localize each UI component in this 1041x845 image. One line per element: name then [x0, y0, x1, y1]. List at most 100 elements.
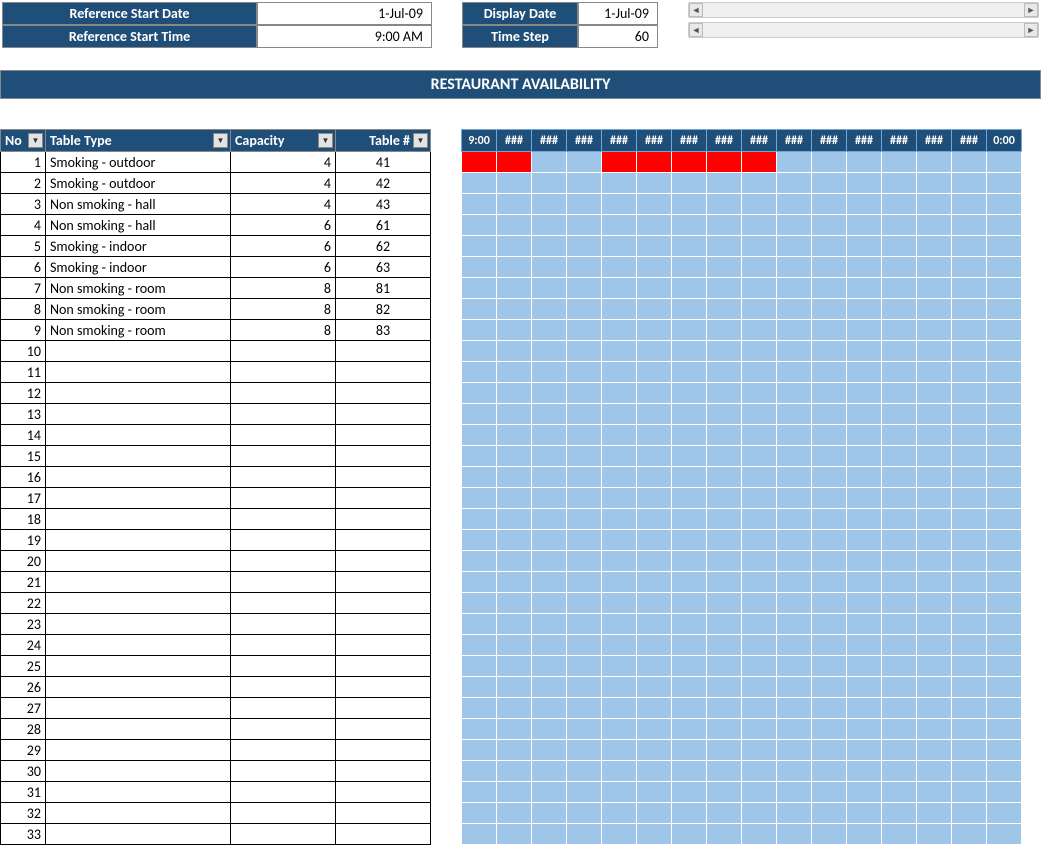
cell-capacity[interactable]	[231, 740, 336, 761]
grid-cell[interactable]	[462, 551, 497, 572]
grid-cell[interactable]	[567, 320, 602, 341]
grid-cell[interactable]	[917, 215, 952, 236]
grid-cell[interactable]	[567, 278, 602, 299]
grid-cell[interactable]	[637, 383, 672, 404]
cell-no[interactable]: 3	[1, 194, 46, 215]
grid-cell[interactable]	[952, 173, 987, 194]
grid-cell[interactable]	[952, 194, 987, 215]
grid-cell[interactable]	[742, 152, 777, 173]
grid-cell[interactable]	[987, 488, 1022, 509]
grid-cell[interactable]	[637, 635, 672, 656]
grid-cell[interactable]	[847, 635, 882, 656]
table-row[interactable]: 3Non smoking - hall443	[1, 194, 431, 215]
cell-capacity[interactable]	[231, 782, 336, 803]
cell-tablenum[interactable]: 83	[336, 320, 431, 341]
cell-type[interactable]	[46, 425, 231, 446]
grid-cell[interactable]	[847, 467, 882, 488]
cell-no[interactable]: 1	[1, 152, 46, 173]
cell-capacity[interactable]: 6	[231, 236, 336, 257]
grid-cell[interactable]	[847, 530, 882, 551]
grid-cell[interactable]	[532, 215, 567, 236]
grid-cell[interactable]	[847, 572, 882, 593]
grid-cell[interactable]	[812, 677, 847, 698]
grid-cell[interactable]	[777, 572, 812, 593]
grid-cell[interactable]	[882, 257, 917, 278]
cell-no[interactable]: 27	[1, 698, 46, 719]
cell-tablenum[interactable]: 42	[336, 173, 431, 194]
grid-cell[interactable]	[987, 425, 1022, 446]
grid-cell[interactable]	[672, 341, 707, 362]
grid-cell[interactable]	[602, 236, 637, 257]
grid-cell[interactable]	[987, 341, 1022, 362]
grid-cell[interactable]	[672, 635, 707, 656]
grid-cell[interactable]	[847, 593, 882, 614]
cell-no[interactable]: 32	[1, 803, 46, 824]
grid-cell[interactable]	[532, 656, 567, 677]
grid-cell[interactable]	[672, 278, 707, 299]
grid-cell[interactable]	[462, 740, 497, 761]
grid-cell[interactable]	[952, 593, 987, 614]
grid-cell[interactable]	[462, 656, 497, 677]
grid-cell[interactable]	[672, 614, 707, 635]
grid-cell[interactable]	[882, 215, 917, 236]
grid-cell[interactable]	[987, 509, 1022, 530]
cell-tablenum[interactable]	[336, 530, 431, 551]
grid-cell[interactable]	[602, 467, 637, 488]
table-row[interactable]: 12	[1, 383, 431, 404]
grid-cell[interactable]	[882, 236, 917, 257]
cell-tablenum[interactable]	[336, 425, 431, 446]
grid-cell[interactable]	[952, 425, 987, 446]
cell-capacity[interactable]: 8	[231, 320, 336, 341]
grid-cell[interactable]	[952, 488, 987, 509]
grid-cell[interactable]	[917, 404, 952, 425]
grid-cell[interactable]	[567, 215, 602, 236]
table-row[interactable]: 13	[1, 404, 431, 425]
grid-cell[interactable]	[707, 614, 742, 635]
cell-type[interactable]	[46, 782, 231, 803]
grid-cell[interactable]	[812, 488, 847, 509]
grid-cell[interactable]	[882, 530, 917, 551]
grid-cell[interactable]	[672, 551, 707, 572]
grid-cell[interactable]	[602, 551, 637, 572]
cell-type[interactable]	[46, 551, 231, 572]
cell-tablenum[interactable]	[336, 803, 431, 824]
cell-tablenum[interactable]	[336, 677, 431, 698]
table-row[interactable]: 30	[1, 761, 431, 782]
grid-cell[interactable]	[882, 341, 917, 362]
cell-tablenum[interactable]	[336, 593, 431, 614]
grid-cell[interactable]	[637, 404, 672, 425]
grid-cell[interactable]	[917, 719, 952, 740]
cell-tablenum[interactable]	[336, 488, 431, 509]
grid-cell[interactable]	[742, 656, 777, 677]
grid-cell[interactable]	[497, 278, 532, 299]
grid-cell[interactable]	[917, 152, 952, 173]
time-step-value[interactable]: 60	[578, 25, 658, 48]
grid-cell[interactable]	[812, 278, 847, 299]
cell-tablenum[interactable]: 82	[336, 299, 431, 320]
grid-cell[interactable]	[882, 404, 917, 425]
grid-cell[interactable]	[602, 530, 637, 551]
grid-cell[interactable]	[812, 194, 847, 215]
cell-capacity[interactable]	[231, 404, 336, 425]
cell-capacity[interactable]	[231, 341, 336, 362]
grid-cell[interactable]	[672, 236, 707, 257]
cell-tablenum[interactable]	[336, 740, 431, 761]
cell-type[interactable]	[46, 719, 231, 740]
grid-cell[interactable]	[812, 719, 847, 740]
cell-type[interactable]	[46, 614, 231, 635]
grid-cell[interactable]	[462, 320, 497, 341]
grid-cell[interactable]	[917, 236, 952, 257]
grid-cell[interactable]	[952, 446, 987, 467]
cell-capacity[interactable]: 4	[231, 173, 336, 194]
table-row[interactable]: 15	[1, 446, 431, 467]
cell-type[interactable]	[46, 803, 231, 824]
cell-capacity[interactable]	[231, 425, 336, 446]
grid-cell[interactable]	[567, 173, 602, 194]
grid-cell[interactable]	[952, 803, 987, 824]
grid-cell[interactable]	[532, 509, 567, 530]
grid-cell[interactable]	[707, 719, 742, 740]
grid-cell[interactable]	[882, 719, 917, 740]
grid-cell[interactable]	[952, 614, 987, 635]
grid-cell[interactable]	[917, 740, 952, 761]
grid-cell[interactable]	[777, 824, 812, 845]
